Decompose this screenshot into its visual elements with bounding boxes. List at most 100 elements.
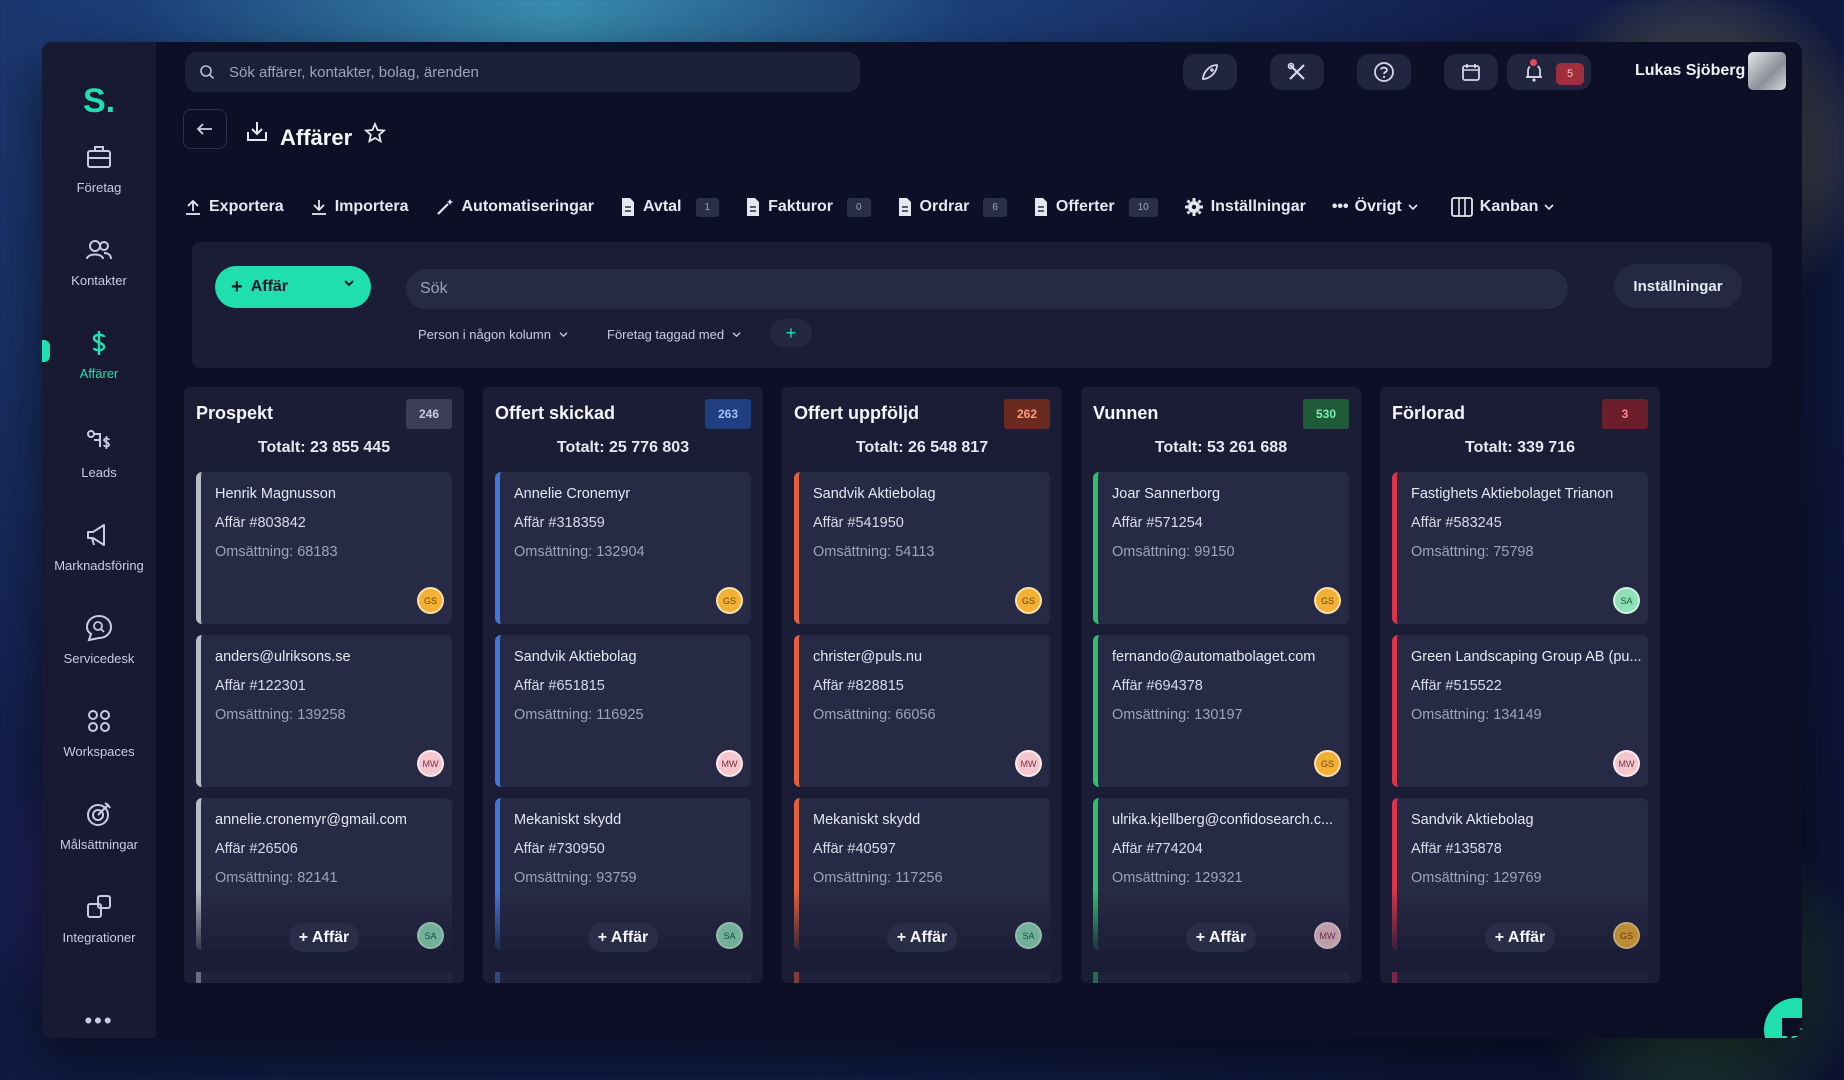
deal-number: Affär #515522 bbox=[1411, 678, 1502, 694]
contacts-icon bbox=[84, 235, 114, 265]
add-deal-button[interactable]: + Affär bbox=[215, 266, 371, 308]
owner-avatar[interactable]: MW bbox=[716, 750, 743, 777]
kanban-column: Förlorad 3 Totalt: 339 716 Fastighets Aktie… bbox=[1380, 387, 1660, 983]
owner-avatar[interactable]: MW bbox=[1613, 750, 1640, 777]
deal-card[interactable]: Sandvik Aktiebolag Affär #651815 Omsättnin… bbox=[495, 635, 751, 787]
column-total: Totalt: 339 716 bbox=[1465, 439, 1575, 456]
orders-count: 6 bbox=[983, 197, 1007, 217]
more-icon[interactable]: ••• bbox=[42, 1008, 156, 1034]
deal-revenue: Omsättning: 116925 bbox=[514, 707, 644, 723]
contracts-button[interactable]: Avtal 1 bbox=[620, 197, 720, 217]
next-card-peek bbox=[196, 972, 452, 983]
export-button[interactable]: Exportera bbox=[184, 198, 284, 216]
chevron-down-icon bbox=[559, 332, 568, 338]
add-deal-to-column-button[interactable]: + Affär bbox=[782, 923, 1062, 952]
invoices-button[interactable]: Fakturor 0 bbox=[745, 197, 871, 217]
other-label: Övrigt bbox=[1354, 198, 1402, 215]
target-icon bbox=[84, 799, 114, 829]
user-name[interactable]: Lukas Sjöberg bbox=[1635, 62, 1745, 80]
deal-search-input[interactable]: Sök bbox=[406, 269, 1568, 309]
owner-avatar[interactable]: MW bbox=[417, 750, 444, 777]
user-avatar[interactable] bbox=[1748, 52, 1786, 90]
sidebar-item-contacts[interactable]: Kontakter bbox=[42, 235, 156, 288]
column-count-badge: 3 bbox=[1602, 399, 1648, 429]
back-button[interactable] bbox=[183, 109, 227, 149]
deal-card[interactable]: fernando@automatbolaget.com Affär #694378… bbox=[1093, 635, 1349, 787]
deal-card[interactable]: Joar Sannerborg Affär #571254 Omsättning: … bbox=[1093, 472, 1349, 624]
document-icon bbox=[747, 198, 760, 216]
deal-number: Affär #541950 bbox=[813, 515, 904, 531]
global-search-input[interactable]: Sök affärer, kontakter, bolag, ärenden bbox=[185, 52, 860, 92]
sidebar-item-dollar[interactable]: Affärer bbox=[42, 328, 156, 381]
add-deal-to-column-button[interactable]: + Affär bbox=[184, 923, 464, 952]
view-dropdown[interactable]: Kanban bbox=[1450, 197, 1562, 217]
sidebar-item-megaphone[interactable]: Marknadsföring bbox=[42, 520, 156, 573]
sidebar-item-label: Workspaces bbox=[63, 744, 135, 759]
sidebar-item-integrations[interactable]: Integrationer bbox=[42, 892, 156, 945]
owner-avatar[interactable]: GS bbox=[1015, 587, 1042, 614]
calendar-icon bbox=[1462, 64, 1480, 81]
deal-contact: Mekaniskt skydd bbox=[813, 812, 921, 828]
column-title: Förlorad bbox=[1392, 403, 1466, 423]
page-title: Affärer bbox=[280, 125, 353, 150]
sidebar-item-chat-search[interactable]: Servicedesk bbox=[42, 613, 156, 666]
add-deal-to-column-button[interactable]: + Affär bbox=[1081, 923, 1361, 952]
deal-card[interactable]: Green Landscaping Group AB (pu... Affär #… bbox=[1392, 635, 1648, 787]
deal-number: Affär #803842 bbox=[215, 515, 306, 531]
filter-person-any-column[interactable]: Person i någon kolumn bbox=[418, 327, 568, 342]
add-deal-to-column-button[interactable]: + Affär bbox=[483, 923, 763, 952]
search-icon bbox=[200, 65, 215, 80]
owner-avatar[interactable]: GS bbox=[417, 587, 444, 614]
view-label: Kanban bbox=[1479, 198, 1539, 215]
app-logo[interactable]: S. bbox=[42, 82, 156, 121]
board-settings-button[interactable]: Inställningar bbox=[1614, 264, 1742, 308]
tools-button[interactable] bbox=[1270, 54, 1324, 90]
offers-button[interactable]: Offerter 10 bbox=[1033, 197, 1158, 217]
column-count-badge: 246 bbox=[406, 399, 452, 429]
sidebar-item-briefcase[interactable]: Företag bbox=[42, 142, 156, 195]
deal-contact: Henrik Magnusson bbox=[215, 486, 336, 502]
filter-company-tagged[interactable]: Företag taggad med bbox=[607, 327, 741, 342]
deal-card[interactable]: Henrik Magnusson Affär #803842 Omsättning:… bbox=[196, 472, 452, 624]
deal-card[interactable]: Fastighets Aktiebolaget Trianon Affär #58… bbox=[1392, 472, 1648, 624]
deal-card[interactable]: Sandvik Aktiebolag Affär #541950 Omsättnin… bbox=[794, 472, 1050, 624]
other-dropdown[interactable]: ••• Övrigt bbox=[1332, 198, 1425, 216]
automations-button[interactable]: Automatiseringar bbox=[435, 197, 594, 217]
column-total: Totalt: 25 776 803 bbox=[556, 439, 690, 456]
settings-toolbar-button[interactable]: Inställningar bbox=[1184, 197, 1306, 217]
rocket-icon bbox=[1202, 64, 1218, 80]
deal-card[interactable]: christer@puls.nu Affär #828815 Omsättning:… bbox=[794, 635, 1050, 787]
owner-avatar[interactable]: MW bbox=[1015, 750, 1042, 777]
add-deal-label: + Affär bbox=[886, 923, 958, 952]
next-card-peek bbox=[1093, 972, 1349, 983]
owner-avatar[interactable]: GS bbox=[1314, 750, 1341, 777]
owner-avatar[interactable]: GS bbox=[716, 587, 743, 614]
deal-card[interactable]: anders@ulriksons.se Affär #122301 Omsättni… bbox=[196, 635, 452, 787]
column-title: Offert skickad bbox=[495, 403, 616, 423]
sidebar-item-leads[interactable]: Leads bbox=[42, 427, 156, 480]
rocket-button[interactable] bbox=[1183, 54, 1237, 90]
sidebar-item-workspaces[interactable]: Workspaces bbox=[42, 706, 156, 759]
help-button[interactable] bbox=[1357, 54, 1411, 90]
add-deal-to-column-button[interactable]: + Affär bbox=[1380, 923, 1660, 952]
arrow-left-icon bbox=[196, 123, 212, 135]
sidebar-item-label: Affärer bbox=[79, 366, 119, 381]
app-window: S. Företag Kontakter Affärer Leads Marknadsf… bbox=[42, 42, 1802, 1038]
sidebar: S. Företag Kontakter Affärer Leads Marknadsf… bbox=[42, 42, 156, 1038]
document-icon bbox=[1034, 198, 1047, 216]
deal-card[interactable]: Annelie Cronemyr Affär #318359 Omsättning:… bbox=[495, 472, 751, 624]
owner-avatar[interactable]: SA bbox=[1613, 587, 1640, 614]
favorite-star-icon[interactable] bbox=[364, 122, 386, 144]
sidebar-item-target[interactable]: Målsättningar bbox=[42, 799, 156, 852]
tools-icon bbox=[1287, 62, 1305, 80]
add-filter-button[interactable]: + bbox=[770, 319, 812, 347]
import-button[interactable]: Importera bbox=[310, 198, 409, 216]
export-label: Exportera bbox=[209, 198, 284, 215]
next-card-peek bbox=[1392, 972, 1648, 983]
owner-avatar[interactable]: GS bbox=[1314, 587, 1341, 614]
deal-number: Affär #583245 bbox=[1411, 515, 1502, 531]
chat-support-button[interactable] bbox=[1764, 998, 1802, 1038]
column-title: Offert uppföljd bbox=[794, 403, 919, 423]
calendar-button[interactable] bbox=[1444, 54, 1498, 90]
orders-button[interactable]: Ordrar 6 bbox=[897, 197, 1007, 217]
